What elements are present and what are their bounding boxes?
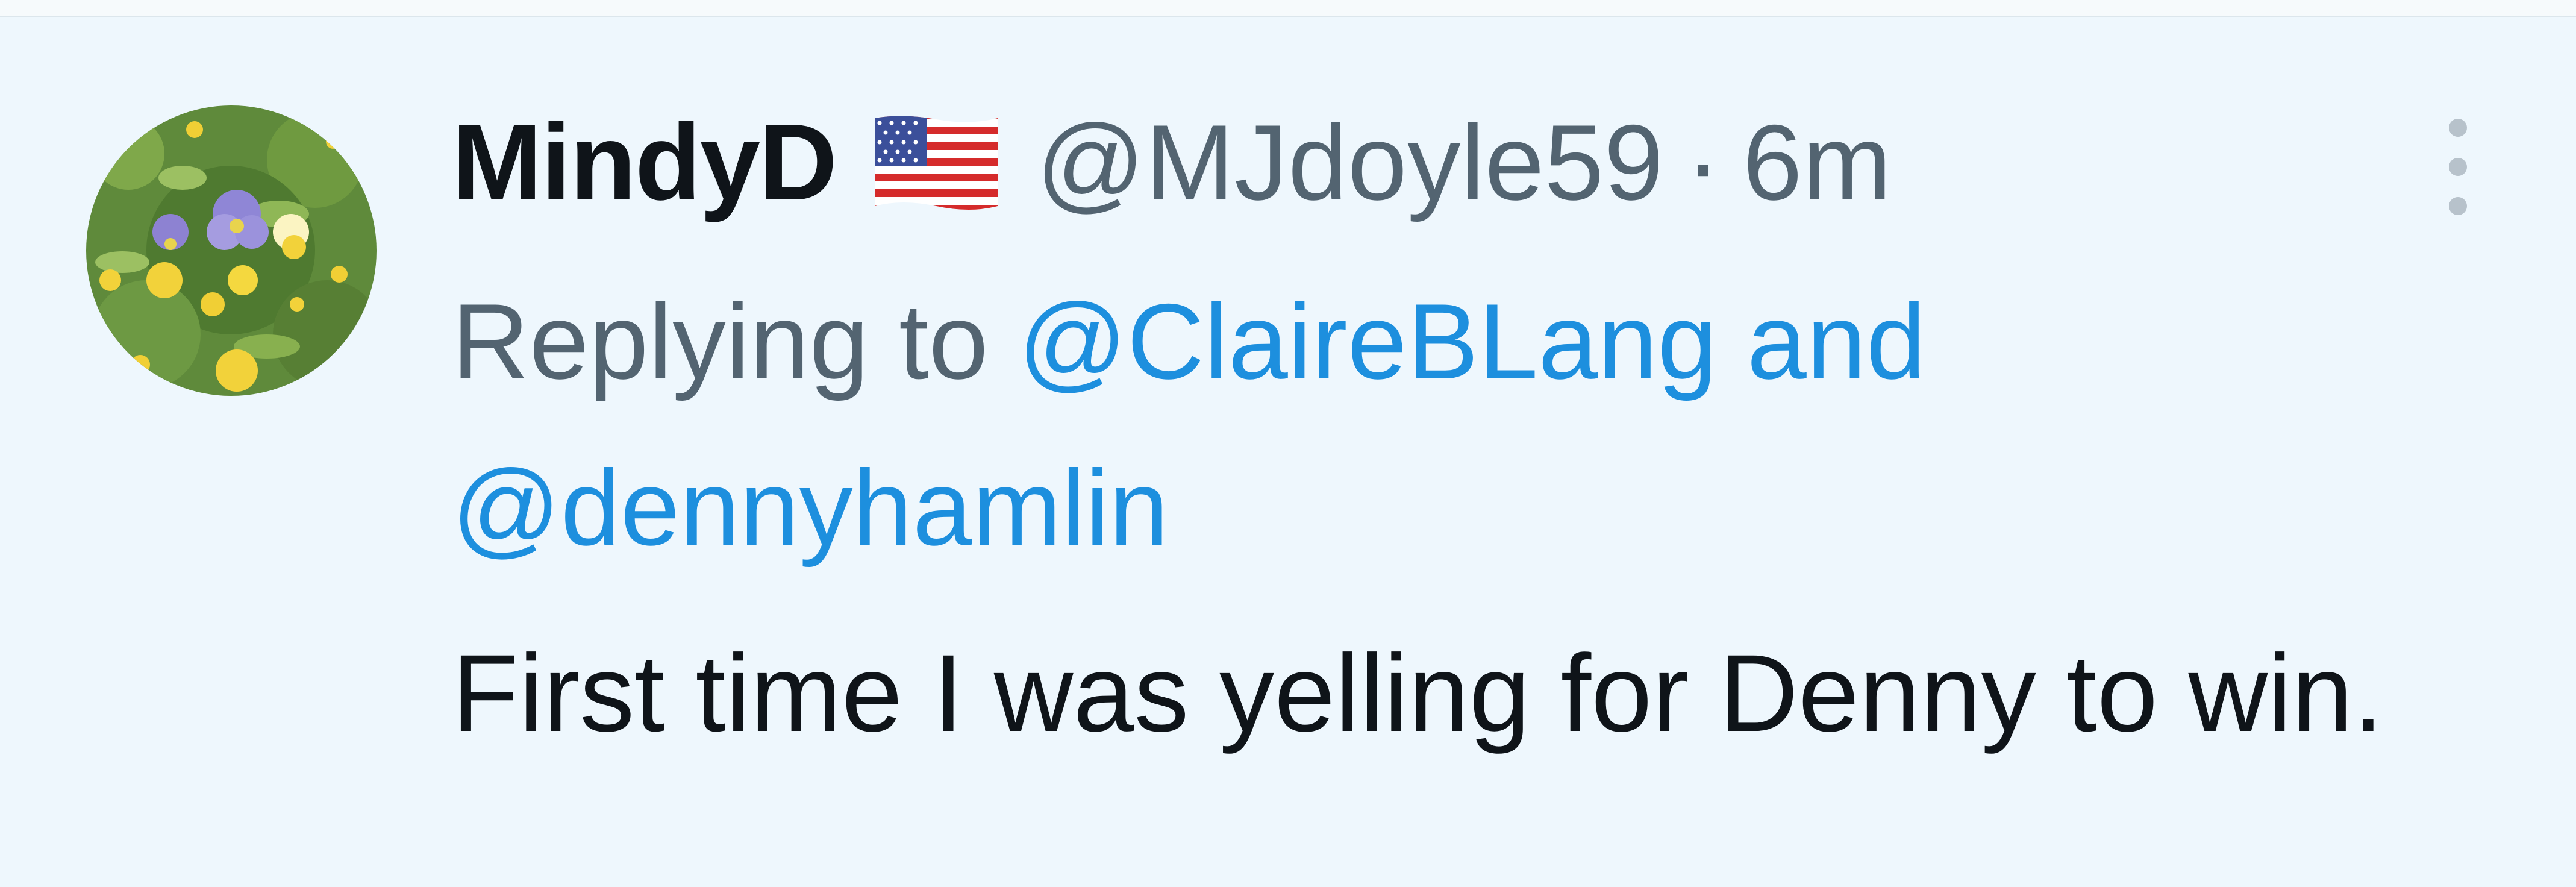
timestamp[interactable]: 6m — [1743, 101, 1892, 224]
more-dot — [2449, 119, 2467, 137]
top-divider — [0, 0, 2576, 17]
tweet-card[interactable]: MindyD @MJdoyle59 · 6m Replying to @Clai… — [0, 17, 2576, 887]
reply-mention-dennyhamlin[interactable]: @dennyhamlin — [452, 448, 1169, 568]
flowers-avatar-icon — [86, 105, 377, 396]
us-flag-icon — [866, 111, 1006, 213]
reply-mention-claireblang[interactable]: @ClaireBLang — [1018, 281, 1717, 401]
more-options-icon[interactable] — [2434, 119, 2482, 215]
tweet-text: First time I was yelling for Denny to wi… — [452, 632, 2384, 754]
display-name[interactable]: MindyD — [452, 100, 837, 225]
separator-dot: · — [1685, 102, 1721, 222]
avatar[interactable] — [86, 105, 377, 396]
more-dot — [2449, 197, 2467, 215]
reply-context: Replying to @ClaireBLang and @dennyhamlin — [452, 259, 2500, 591]
reply-prefix: Replying to — [452, 281, 989, 401]
reply-conjunction: and — [1746, 281, 1926, 401]
user-handle[interactable]: @MJdoyle59 — [1036, 101, 1664, 224]
more-dot — [2449, 158, 2467, 176]
tweet-header: MindyD @MJdoyle59 · 6m — [452, 100, 1892, 225]
